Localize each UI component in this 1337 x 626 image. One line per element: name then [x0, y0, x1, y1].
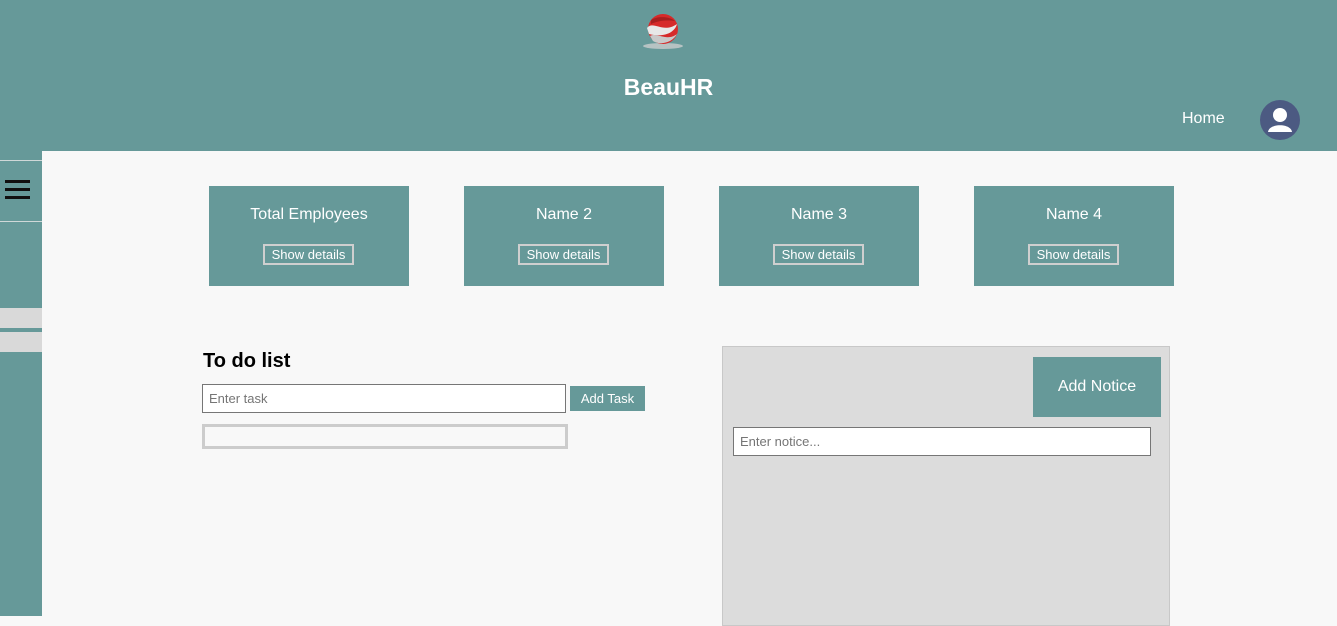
stat-card-name-4: Name 4 Show details [974, 186, 1174, 286]
stat-card-total-employees: Total Employees Show details [209, 186, 409, 286]
sidebar-strip-1 [0, 308, 42, 328]
user-silhouette-icon [1268, 108, 1292, 132]
brand-title: BeauHR [623, 74, 714, 100]
stat-card-name-2: Name 2 Show details [464, 186, 664, 286]
show-details-button[interactable]: Show details [1028, 244, 1119, 265]
show-details-button[interactable]: Show details [518, 244, 609, 265]
sidebar-strip-2 [0, 332, 42, 352]
user-avatar-icon[interactable] [1260, 100, 1300, 140]
todo-title: To do list [203, 350, 291, 372]
add-notice-button[interactable]: Add Notice [1033, 357, 1161, 417]
card-title: Name 4 [1045, 206, 1103, 223]
nav-home-link[interactable]: Home [1182, 110, 1225, 128]
card-title: Total Employees [250, 206, 368, 223]
notice-input[interactable] [733, 427, 1151, 456]
sidebar [0, 151, 42, 616]
add-task-button[interactable]: Add Task [570, 386, 645, 411]
todo-list [202, 424, 568, 449]
card-title: Name 3 [790, 206, 848, 223]
show-details-button[interactable]: Show details [263, 244, 354, 265]
card-title: Name 2 [535, 206, 593, 223]
show-details-button[interactable]: Show details [773, 244, 864, 265]
top-header: BeauHR Home [0, 0, 1337, 151]
hamburger-menu-icon[interactable] [0, 160, 42, 222]
task-input[interactable] [202, 384, 566, 413]
notice-panel: Add Notice [722, 346, 1170, 626]
brand-logo-icon [643, 14, 683, 49]
stat-card-name-3: Name 3 Show details [719, 186, 919, 286]
